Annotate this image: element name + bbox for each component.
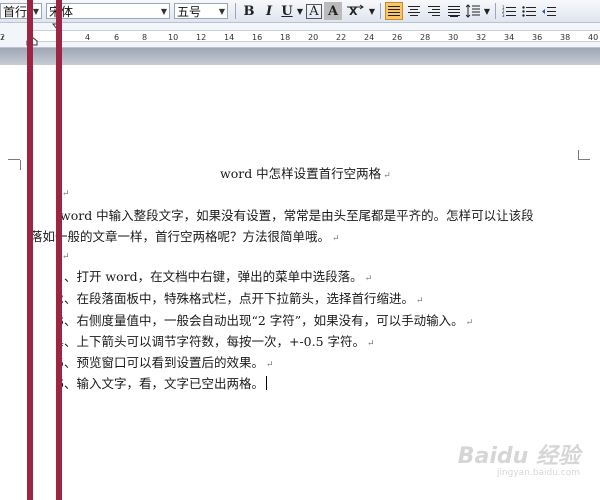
text-cursor bbox=[265, 376, 267, 390]
ruler-label: 6 bbox=[114, 33, 120, 42]
bulleted-list-icon bbox=[522, 6, 536, 17]
size-combo[interactable]: 五号 ▼ bbox=[174, 3, 228, 19]
horizontal-ruler[interactable]: 2 2 4 6 8 10 12 14 16 18 20 22 24 26 28 … bbox=[0, 23, 600, 48]
intro-line-2: 落如一般的文章一样，首行空两格呢？方法很简单哦。 ↵ bbox=[30, 226, 340, 245]
ruler-label: 10 bbox=[168, 33, 179, 42]
paragraph-mark: ↵ bbox=[415, 296, 424, 306]
font-combo[interactable]: 宋体 ▼ bbox=[46, 3, 170, 19]
red-guide-bar bbox=[56, 0, 62, 500]
intro-line-1: word 中输入整段文字，如果没有设置，常常是由头至尾都是平齐的。怎样可以让该段 bbox=[60, 208, 534, 223]
char-scale-icon[interactable]: X bbox=[344, 2, 366, 20]
ruler-label: 30 bbox=[448, 33, 459, 42]
paragraph-mark: ↵ bbox=[367, 339, 375, 349]
document-title-text: word 中怎样设置首行空两格 bbox=[220, 166, 382, 181]
align-center-button[interactable] bbox=[405, 2, 423, 20]
ruler-label: 40 bbox=[588, 33, 599, 42]
paragraph-mark: ↵ bbox=[364, 274, 373, 284]
line-spacing-icon bbox=[466, 4, 480, 18]
char-shading-button[interactable]: A bbox=[324, 2, 342, 20]
paragraph-mark: ↵ bbox=[62, 252, 70, 262]
list-item: 5、预览窗口可以看到设置后的效果。 ↵ bbox=[56, 352, 274, 371]
align-justify-button[interactable] bbox=[385, 2, 403, 20]
margin-corner-mark bbox=[20, 160, 21, 170]
italic-button[interactable]: I bbox=[260, 2, 278, 20]
ruler-label: 32 bbox=[476, 33, 487, 42]
chevron-down-icon[interactable]: ▼ bbox=[159, 4, 169, 18]
watermark: Baidu 经验 jingyan.baidu.com bbox=[458, 438, 580, 478]
chevron-down-icon[interactable]: ▼ bbox=[296, 2, 304, 20]
distributed-align-icon bbox=[448, 6, 460, 17]
underline-button[interactable]: U bbox=[280, 2, 294, 20]
toolbar-separator bbox=[235, 3, 236, 19]
align-right-button[interactable] bbox=[425, 2, 443, 20]
ruler-label: 34 bbox=[504, 33, 515, 42]
list-item-text: 4、上下箭头可以调节字符数，每按一次，+-0.5 字符。 bbox=[56, 334, 366, 349]
decrease-indent-button[interactable] bbox=[540, 2, 558, 20]
paragraph-mark: ↵ bbox=[265, 360, 274, 370]
align-center-icon bbox=[408, 6, 420, 16]
list-item-text: 5、预览窗口可以看到设置后的效果。 bbox=[56, 355, 264, 370]
ruler-label: 14 bbox=[224, 33, 235, 42]
page-gap-band bbox=[0, 48, 600, 65]
list-item-text: 6、输入文字，看，文字已空出两格。 bbox=[56, 376, 264, 391]
list-item-text: 3、右侧度量值中，一般会自动出现“2 字符”，如果没有，可以手动输入。 bbox=[56, 313, 464, 328]
line-spacing-button[interactable] bbox=[465, 2, 481, 20]
watermark-text: Baidu 经验 bbox=[457, 444, 580, 469]
bullets-button[interactable] bbox=[520, 2, 538, 20]
paragraph-mark: ↵ bbox=[465, 318, 474, 328]
margin-corner-mark bbox=[578, 150, 579, 160]
list-item: 6、输入文字，看，文字已空出两格。 bbox=[56, 373, 267, 392]
ruler-label: 28 bbox=[420, 33, 431, 42]
ruler-label: 36 bbox=[532, 33, 543, 42]
ruler-label: 12 bbox=[196, 33, 207, 42]
numbered-list-icon: 123 bbox=[502, 5, 516, 17]
font-border-button[interactable]: A bbox=[306, 3, 322, 19]
paragraph-mark: ↵ bbox=[332, 234, 340, 244]
list-item: 1、打开 word，在文档中右键，弹出的菜单中选段落。 ↵ bbox=[56, 266, 372, 285]
ruler-label: 22 bbox=[336, 33, 347, 42]
style-combo[interactable]: 首行 ▼ bbox=[0, 3, 42, 19]
toolbar-separator bbox=[495, 3, 496, 19]
document-page[interactable]: word 中怎样设置首行空两格 ↵ ↵ word 中输入整段文字，如果没有设置，常… bbox=[0, 65, 600, 500]
list-item: 2、在段落面板中，特殊格式栏，点开下拉箭头，选择首行缩进。 ↵ bbox=[56, 288, 424, 307]
ruler-label: 2 bbox=[0, 33, 6, 42]
align-right-icon bbox=[428, 6, 440, 16]
chevron-down-icon[interactable]: ▼ bbox=[368, 2, 376, 20]
margin-corner-mark bbox=[8, 159, 20, 160]
toolbar-separator bbox=[380, 3, 381, 19]
size-combo-value: 五号 bbox=[177, 4, 202, 19]
ruler-label: 20 bbox=[308, 33, 319, 42]
formatting-toolbar: 首行 ▼ 宋体 ▼ 五号 ▼ B I U ▼ A A X ▼ ▼ 123 bbox=[0, 0, 600, 23]
intro-line-2-text: 落如一般的文章一样，首行空两格呢？方法很简单哦。 bbox=[30, 229, 331, 244]
paragraph-mark: ↵ bbox=[383, 171, 391, 181]
ruler-label: 18 bbox=[280, 33, 291, 42]
ruler-label: 24 bbox=[364, 33, 375, 42]
list-item-text: 1、打开 word，在文档中右键，弹出的菜单中选段落。 bbox=[56, 269, 363, 284]
ruler-label: 16 bbox=[252, 33, 263, 42]
margin-corner-mark bbox=[578, 159, 590, 160]
list-item: 4、上下箭头可以调节字符数，每按一次，+-0.5 字符。 ↵ bbox=[56, 331, 375, 350]
red-guide-bar bbox=[27, 0, 33, 500]
ruler-label: 4 bbox=[85, 33, 91, 42]
chevron-down-icon[interactable]: ▼ bbox=[217, 4, 227, 18]
align-justify-icon bbox=[388, 6, 400, 16]
bold-button[interactable]: B bbox=[240, 2, 258, 20]
numbering-button[interactable]: 123 bbox=[500, 2, 518, 20]
distributed-align-button[interactable] bbox=[445, 2, 463, 20]
list-item: 3、右侧度量值中，一般会自动出现“2 字符”，如果没有，可以手动输入。 ↵ bbox=[56, 310, 473, 329]
chevron-down-icon[interactable]: ▼ bbox=[483, 2, 491, 20]
style-combo-value: 首行 bbox=[3, 4, 28, 19]
watermark-sub: jingyan.baidu.com bbox=[496, 468, 580, 478]
ruler-label: 26 bbox=[392, 33, 403, 42]
list-item-text: 2、在段落面板中，特殊格式栏，点开下拉箭头，选择首行缩进。 bbox=[56, 291, 414, 306]
paragraph-mark: ↵ bbox=[62, 189, 70, 199]
ruler-label: 8 bbox=[142, 33, 148, 42]
ruler-label: 38 bbox=[560, 33, 571, 42]
svg-text:3: 3 bbox=[502, 13, 505, 17]
document-title: word 中怎样设置首行空两格 ↵ bbox=[220, 163, 391, 182]
decrease-indent-icon bbox=[542, 7, 556, 16]
